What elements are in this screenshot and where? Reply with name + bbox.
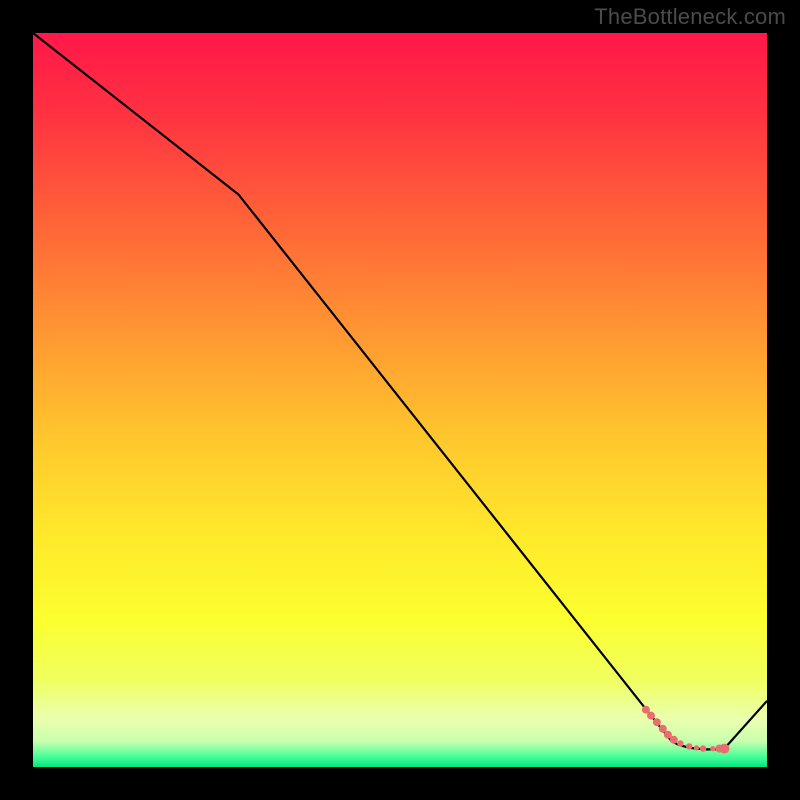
marker-dot: [653, 718, 661, 726]
marker-dot: [647, 712, 655, 720]
marker-dot: [670, 736, 678, 744]
watermark-label: TheBottleneck.com: [594, 4, 786, 30]
marker-dot: [700, 745, 706, 751]
bottleneck-chart: [0, 0, 800, 800]
marker-dot: [710, 746, 715, 751]
marker-dot: [677, 740, 683, 746]
chart-frame: TheBottleneck.com: [0, 0, 800, 800]
marker-dot: [694, 745, 699, 750]
marker-dot: [719, 744, 729, 754]
marker-dot: [686, 743, 692, 749]
